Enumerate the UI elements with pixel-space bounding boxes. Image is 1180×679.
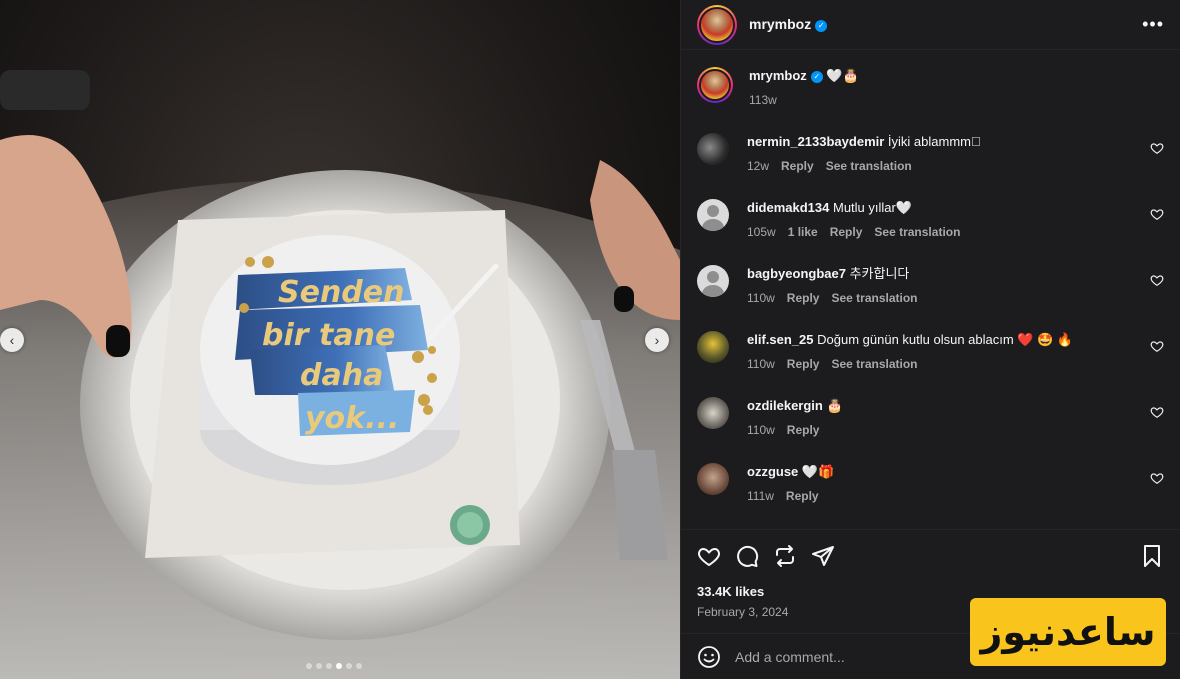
commenter-username[interactable]: ozzguse xyxy=(747,464,798,479)
commenter-avatar[interactable] xyxy=(697,133,729,165)
commenter-avatar[interactable] xyxy=(697,265,729,297)
verified-badge-icon: ✓ xyxy=(815,19,828,32)
see-translation-button[interactable]: See translation xyxy=(874,223,960,241)
caption-time: 113w xyxy=(749,93,777,107)
comment-item: elif.sen_25 Doğum günün kutlu olsun abla… xyxy=(697,331,1164,373)
see-translation-button[interactable]: See translation xyxy=(831,355,917,373)
repost-icon[interactable] xyxy=(773,544,797,568)
post-details-panel: mrymboz ✓ ••• mrymboz ✓ 🤍🎂 113w nermin_213… xyxy=(680,0,1180,679)
comment-like-heart-icon[interactable] xyxy=(1150,141,1164,155)
comment-time[interactable]: 110w xyxy=(747,289,775,307)
comment-text: 🤍🎁 xyxy=(801,464,835,479)
commenter-username[interactable]: didemakd134 xyxy=(747,200,829,215)
see-translation-button[interactable]: See translation xyxy=(826,157,912,175)
more-horizontal-icon: ••• xyxy=(1142,14,1164,34)
comments-list: mrymboz ✓ 🤍🎂 113w nermin_2133baydemir İyi… xyxy=(681,51,1180,529)
comment-time[interactable]: 12w xyxy=(747,157,769,175)
chevron-right-icon: › xyxy=(654,332,660,348)
cake-text-line3: daha xyxy=(300,358,383,393)
cake-text-line4: yok... xyxy=(305,401,399,436)
comment-text: İyiki ablammm  xyxy=(887,134,981,149)
carousel-dot xyxy=(326,663,332,669)
comment-item: bagbyeongbae7 추카합니다 110w Reply See translat… xyxy=(697,265,1164,307)
commenter-username[interactable]: elif.sen_25 xyxy=(747,332,814,347)
emoji-icon[interactable] xyxy=(697,645,721,669)
author-avatar[interactable] xyxy=(697,67,733,103)
commenter-avatar[interactable] xyxy=(697,463,729,495)
see-translation-button[interactable]: See translation xyxy=(831,289,917,307)
next-slide-button[interactable]: › xyxy=(645,328,669,352)
comment-item: ozzguse 🤍🎁 111w Reply xyxy=(697,463,1164,505)
carousel-dot xyxy=(306,663,312,669)
commenter-username[interactable]: ozdilekergin xyxy=(747,398,823,413)
reply-button[interactable]: Reply xyxy=(787,289,820,307)
carousel-indicator xyxy=(306,663,362,669)
like-heart-icon[interactable] xyxy=(697,544,721,568)
reply-button[interactable]: Reply xyxy=(781,157,814,175)
reply-button[interactable]: Reply xyxy=(787,355,820,373)
reply-button[interactable]: Reply xyxy=(787,421,820,439)
carousel-dot xyxy=(346,663,352,669)
carousel-dot xyxy=(316,663,322,669)
comment-text: 추카합니다 xyxy=(849,266,910,281)
commenter-avatar[interactable] xyxy=(697,199,729,231)
comment-text: 🎂 xyxy=(826,398,843,413)
action-bar xyxy=(697,530,1164,582)
caption-username[interactable]: mrymboz xyxy=(749,68,807,83)
comment-likes[interactable]: 1 like xyxy=(788,223,818,241)
comment-like-heart-icon[interactable] xyxy=(1150,207,1164,221)
carousel-dot xyxy=(356,663,362,669)
comment-like-heart-icon[interactable] xyxy=(1150,273,1164,287)
site-watermark-logo: ساعدنیوز xyxy=(970,598,1166,666)
comment-bubble-icon[interactable] xyxy=(735,544,759,568)
comment-text: Mutlu yıllar🤍 xyxy=(833,200,913,215)
comment-like-heart-icon[interactable] xyxy=(1150,339,1164,353)
comment-text: Doğum günün kutlu olsun ablacım ❤️ 🤩 🔥 xyxy=(817,332,1074,347)
comment-time[interactable]: 110w xyxy=(747,355,775,373)
comment-like-heart-icon[interactable] xyxy=(1150,405,1164,419)
commenter-avatar[interactable] xyxy=(697,331,729,363)
caption-text: 🤍🎂 xyxy=(826,68,859,83)
comment-time[interactable]: 110w xyxy=(747,421,775,439)
more-options-button[interactable]: ••• xyxy=(1142,14,1164,35)
comment-item: ozdilekergin 🎂 110w Reply xyxy=(697,397,1164,439)
comment-like-heart-icon[interactable] xyxy=(1150,471,1164,485)
comment-item: didemakd134 Mutlu yıllar🤍 105w 1 like Reply… xyxy=(697,199,1164,241)
comment-time[interactable]: 111w xyxy=(747,487,774,505)
caption-item: mrymboz ✓ 🤍🎂 113w xyxy=(697,67,1164,109)
carousel-dot xyxy=(336,663,342,669)
cake-photo-scene: Senden bir tane daha yok... xyxy=(0,70,680,679)
save-bookmark-icon[interactable] xyxy=(1140,544,1164,568)
verified-badge-icon: ✓ xyxy=(810,71,823,83)
share-paper-plane-icon[interactable] xyxy=(811,544,835,568)
cake-text-line2: bir tane xyxy=(262,318,395,353)
comment-time[interactable]: 105w xyxy=(747,223,776,241)
author-avatar[interactable] xyxy=(697,4,737,45)
previous-slide-button[interactable]: ‹ xyxy=(0,328,24,352)
commenter-username[interactable]: bagbyeongbae7 xyxy=(747,266,846,281)
author-username[interactable]: mrymboz xyxy=(749,16,811,32)
post-photo: Senden bir tane daha yok... ‹ › xyxy=(0,0,680,679)
cake-text-line1: Senden xyxy=(278,275,405,310)
reply-button[interactable]: Reply xyxy=(830,223,863,241)
commenter-avatar[interactable] xyxy=(697,397,729,429)
chevron-left-icon: ‹ xyxy=(9,332,15,348)
comment-item: nermin_2133baydemir İyiki ablammm  12w Rep… xyxy=(697,133,1164,175)
reply-button[interactable]: Reply xyxy=(786,487,819,505)
likes-count[interactable]: 33.4K likes xyxy=(697,584,1164,599)
commenter-username[interactable]: nermin_2133baydemir xyxy=(747,134,884,149)
post-header: mrymboz ✓ ••• xyxy=(681,0,1180,50)
